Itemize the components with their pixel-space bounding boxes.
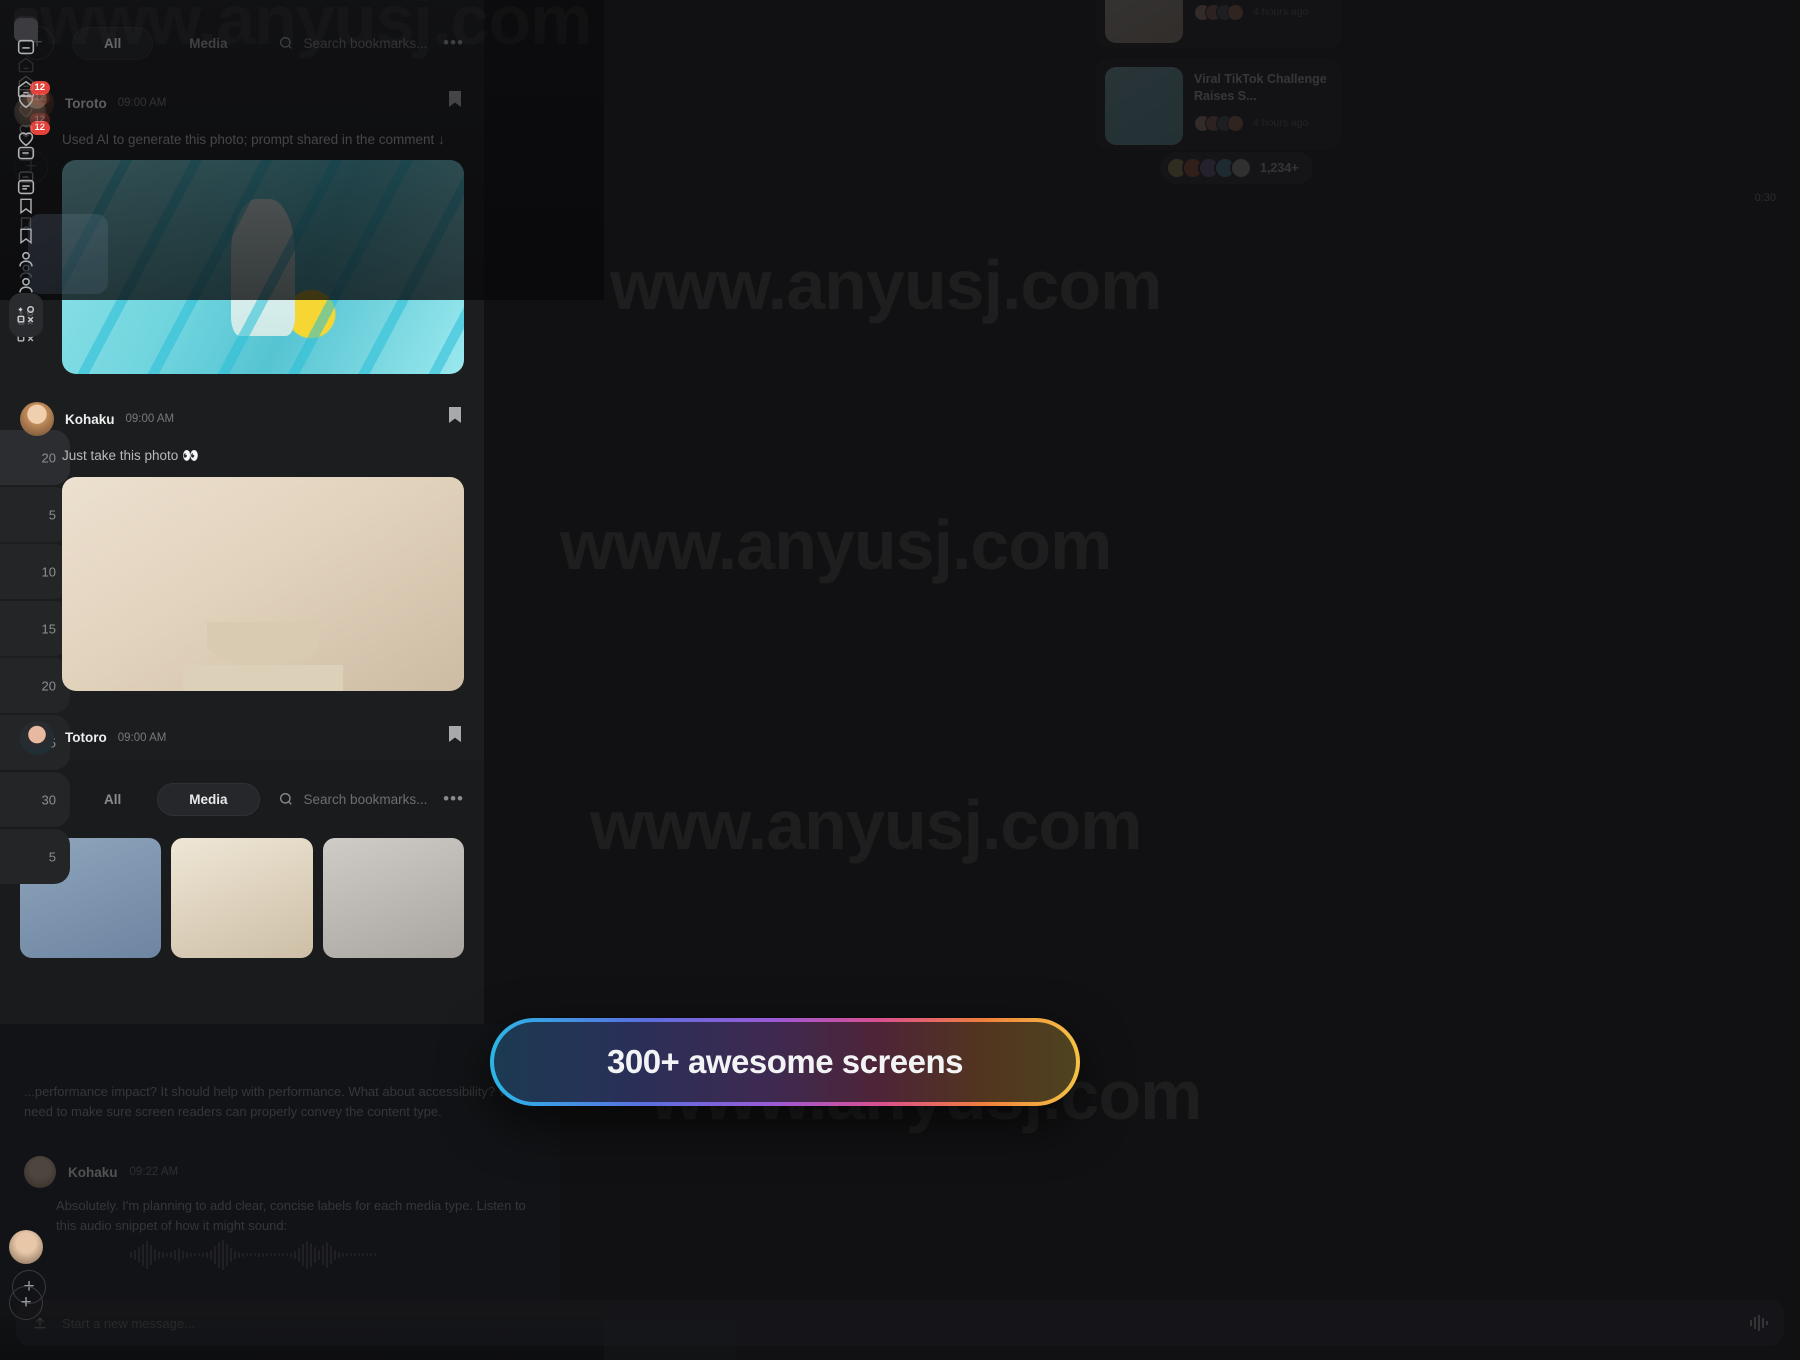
trending-title: Viral TikTok Challenge Raises S... [1194, 72, 1327, 103]
trending-thumb [1105, 67, 1183, 145]
avatar [1227, 114, 1244, 132]
media-thumb[interactable] [322, 838, 464, 958]
tab-all[interactable]: All [72, 783, 153, 816]
avatar [1227, 3, 1244, 21]
follow-row[interactable]: Susana_Dickens I design digital products… [0, 1320, 736, 1360]
post-header: Kohaku 09:00 AM [20, 402, 464, 437]
post-time: 09:00 AM [125, 413, 175, 426]
trending-time: 4 hours ago [1253, 117, 1309, 130]
who-to-follow-panel: Susana_Dickens I design digital products… [0, 96, 736, 1360]
tab-media[interactable]: Media [157, 782, 260, 816]
media-thumb[interactable] [171, 838, 313, 958]
chat-message-header: Kohaku 09:22 AM [0, 1122, 560, 1189]
chat-panel: ...performance impact? It should help wi… [0, 192, 1784, 1346]
post-header: Totoro 09:00 AM [20, 720, 464, 755]
waveform-icon[interactable] [0, 1237, 560, 1273]
post-image[interactable] [62, 476, 464, 691]
chat-message-text: Absolutely. I'm planning to add clear, c… [56, 1198, 526, 1234]
chat-author: Kohaku [68, 1164, 118, 1180]
trending-top-card[interactable]: Viral TikTok Challenge Raises S... 4 hou… [1096, 58, 1342, 150]
watermark: www.anyusj.com [610, 246, 1162, 324]
trending-body: Viral TikTok Challenge Raises S... 4 hou… [1194, 67, 1333, 145]
search-placeholder: Search bookmarks... [303, 791, 428, 807]
media-grid [0, 830, 484, 958]
trending-meta: 4 hours ago [1194, 3, 1333, 21]
avatar-stack [1166, 157, 1252, 179]
bookmark-icon[interactable] [448, 406, 462, 429]
promo-banner: 300+ awesome screens [490, 1018, 1080, 1106]
post-text: Just take this photo 👀 [62, 448, 199, 464]
avatar-stack [1194, 114, 1244, 132]
trending-body: Challenge Raises S... 4 hours ago [1194, 0, 1333, 43]
more-horizontal-icon[interactable]: ••• [443, 789, 464, 809]
post-time: 09:00 AM [117, 731, 167, 744]
bookmarks-media-search[interactable]: Search bookmarks... [278, 791, 440, 807]
watermark: www.anyusj.com [590, 786, 1142, 864]
chat-composer[interactable]: Start a new message... [16, 1300, 1784, 1346]
post-author: Kohaku [65, 411, 115, 427]
trending-thumb [1105, 0, 1183, 43]
bookmark-post[interactable]: Totoro 09:00 AM "🎨 Artist Spotlight: Jus… [0, 697, 484, 761]
bookmarks-media-toolbar: + All Media Search bookmarks... ••• [0, 760, 484, 830]
chat-message-text: ...performance impact? It should help wi… [24, 1084, 518, 1120]
avatar-stack [1194, 3, 1244, 21]
avatar [1230, 157, 1252, 179]
followers-count-pill[interactable]: 1,234+ [1160, 152, 1313, 184]
followers-count: 1,234+ [1260, 161, 1299, 175]
search-icon [279, 793, 292, 805]
trending-time: 4 hours ago [1253, 6, 1309, 19]
watermark: www.anyusj.com [560, 506, 1112, 584]
trending-top-card[interactable]: Challenge Raises S... 4 hours ago [1096, 0, 1342, 48]
trending-meta: 4 hours ago [1194, 114, 1333, 132]
promo-banner-text: 300+ awesome screens [606, 1043, 964, 1080]
post-author: Totoro [65, 730, 107, 745]
bookmark-icon[interactable] [448, 725, 462, 748]
promo-banner-inner: 300+ awesome screens [494, 1022, 1076, 1102]
chat-time: 09:22 AM [129, 1166, 179, 1179]
bookmarks-media-panel: + All Media Search bookmarks... ••• [0, 760, 484, 1024]
bookmark-post[interactable]: Kohaku 09:00 AM Just take this photo 👀 [0, 380, 484, 696]
